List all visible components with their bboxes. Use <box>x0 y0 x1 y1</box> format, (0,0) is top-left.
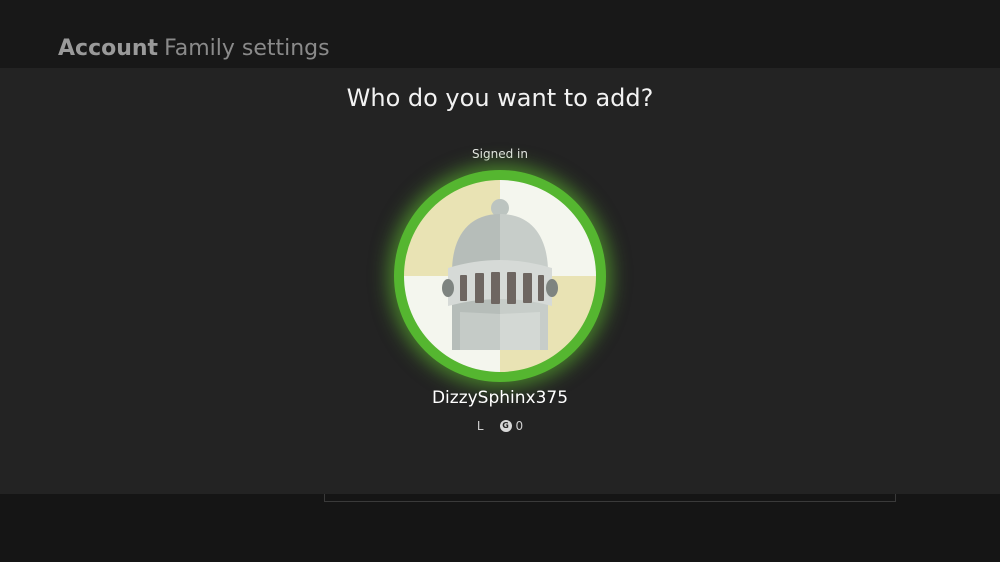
background-panel-edge <box>324 494 896 502</box>
top-bar: Account Family settings <box>0 0 1000 68</box>
dialog-title: Who do you want to add? <box>346 84 654 112</box>
gamerscore-value: 0 <box>515 419 524 433</box>
knight-helmet-icon <box>404 180 596 372</box>
breadcrumb-page: Family settings <box>164 36 330 61</box>
breadcrumb: Account Family settings <box>58 36 330 61</box>
gamerscore-icon: G <box>499 420 512 432</box>
breadcrumb-section: Account <box>58 36 159 61</box>
signed-in-label: Signed in <box>472 147 528 161</box>
profile-stats: L G 0 <box>380 419 620 433</box>
level-label: L <box>476 419 484 433</box>
gamertag: DizzySphinx375 <box>431 388 569 408</box>
avatar[interactable] <box>394 170 606 382</box>
profile-tile[interactable]: Signed in DizzySphinx375 L G 0 <box>380 140 620 440</box>
